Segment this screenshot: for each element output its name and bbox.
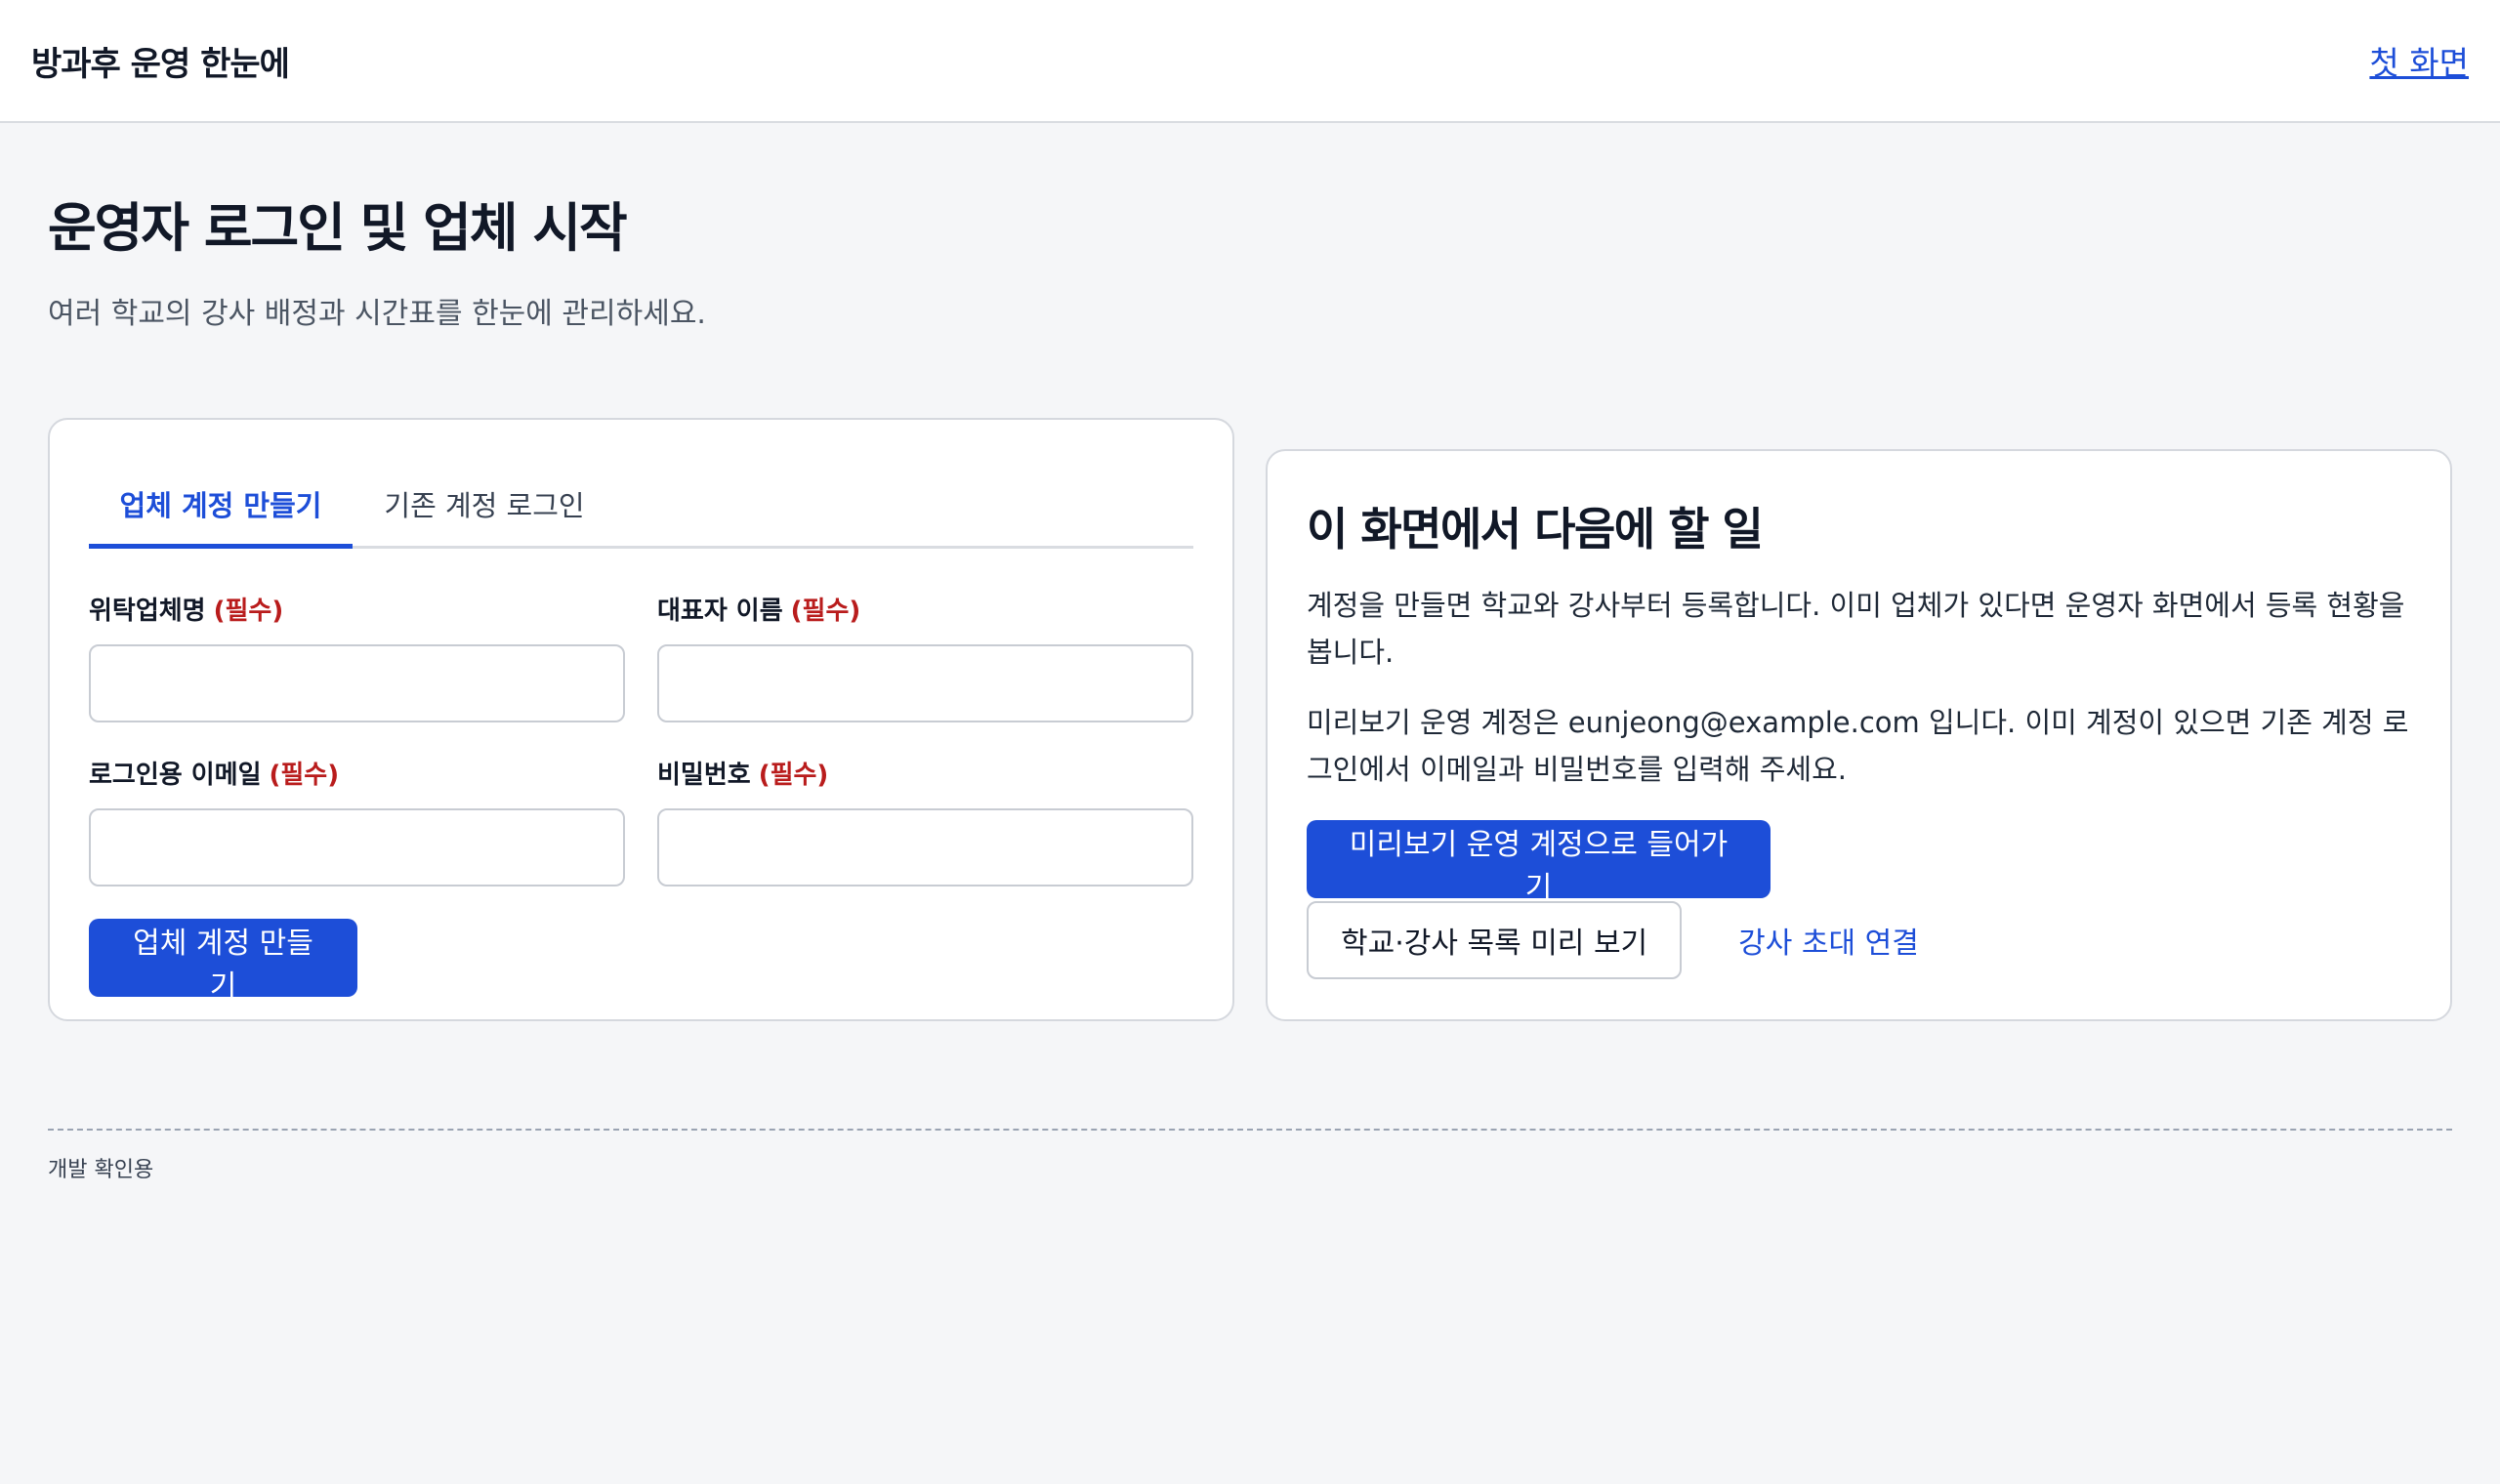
top-bar: 방과후 운영 한눈에 첫 화면 [0, 0, 2500, 123]
company-name-label-text: 위탁업체명 [89, 597, 206, 626]
representative-name-input[interactable] [657, 644, 1193, 722]
next-steps-card: 이 화면에서 다음에 할 일 계정을 만들면 학교와 강사부터 등록합니다. 이… [1266, 449, 2452, 1021]
representative-name-label: 대표자 이름 (필수) [657, 591, 1193, 627]
company-name-input[interactable] [89, 644, 625, 722]
enter-preview-account-button[interactable]: 미리보기 운영 계정으로 들어가기 [1307, 820, 1771, 905]
password-label-text: 비밀번호 [657, 761, 751, 790]
password-input[interactable] [657, 808, 1193, 886]
next-steps-title: 이 화면에서 다음에 할 일 [1307, 503, 1764, 556]
main-content: 운영자 로그인 및 업체 시작 여러 학교의 강사 배정과 시간표를 한눈에 관… [0, 185, 2500, 1021]
next-steps-paragraph-2: 미리보기 운영 계정은 eunjeong@example.com 입니다. 이미… [1307, 706, 2409, 786]
teacher-invite-link[interactable]: 강사 초대 연결 [1738, 919, 1919, 962]
required-tag: (필수) [790, 597, 861, 626]
signup-form: 위탁업체명 (필수) 대표자 이름 (필수) 로그인용 이메일 (필수) 비밀번… [89, 591, 1193, 919]
required-tag: (필수) [758, 761, 829, 790]
dev-footer: 개발 확인용 [48, 1129, 2452, 1183]
login-email-field-group: 로그인용 이메일 (필수) [89, 755, 625, 886]
tab-create-account[interactable]: 업체 계정 만들기 [89, 459, 353, 549]
company-name-label: 위탁업체명 (필수) [89, 591, 625, 627]
dev-footer-text: 개발 확인용 [48, 1158, 154, 1182]
required-tag: (필수) [213, 597, 284, 626]
login-email-input[interactable] [89, 808, 625, 886]
representative-name-field-group: 대표자 이름 (필수) [657, 591, 1193, 722]
app-brand: 방과후 운영 한눈에 [31, 44, 290, 84]
account-card: 업체 계정 만들기 기존 계정 로그인 위탁업체명 (필수) 대표자 이름 (필… [48, 418, 1234, 1021]
tab-existing-login[interactable]: 기존 계정 로그인 [353, 459, 616, 546]
login-email-label: 로그인용 이메일 (필수) [89, 755, 625, 791]
preview-school-teacher-list-button[interactable]: 학교·강사 목록 미리 보기 [1307, 901, 1683, 979]
password-field-group: 비밀번호 (필수) [657, 755, 1193, 886]
account-tabs: 업체 계정 만들기 기존 계정 로그인 [89, 459, 1193, 549]
page-subtitle: 여러 학교의 강사 배정과 시간표를 한눈에 관리하세요. [48, 297, 706, 331]
login-email-label-text: 로그인용 이메일 [89, 761, 262, 790]
home-link[interactable]: 첫 화면 [2369, 37, 2469, 84]
password-label: 비밀번호 (필수) [657, 755, 1193, 791]
next-steps-paragraph-1: 계정을 만들면 학교와 강사부터 등록합니다. 이미 업체가 있다면 운영자 화… [1307, 589, 2405, 669]
company-name-field-group: 위탁업체명 (필수) [89, 591, 625, 722]
required-tag: (필수) [269, 761, 340, 790]
representative-name-label-text: 대표자 이름 [657, 597, 783, 626]
create-account-button[interactable]: 업체 계정 만들기 [89, 919, 357, 1004]
secondary-actions: 학교·강사 목록 미리 보기 강사 초대 연결 [1307, 901, 2411, 979]
next-steps-actions: 미리보기 운영 계정으로 들어가기 학교·강사 목록 미리 보기 강사 초대 연… [1307, 820, 2411, 979]
card-area: 업체 계정 만들기 기존 계정 로그인 위탁업체명 (필수) 대표자 이름 (필… [48, 332, 2452, 1021]
page-title: 운영자 로그인 및 업체 시작 [48, 197, 628, 259]
